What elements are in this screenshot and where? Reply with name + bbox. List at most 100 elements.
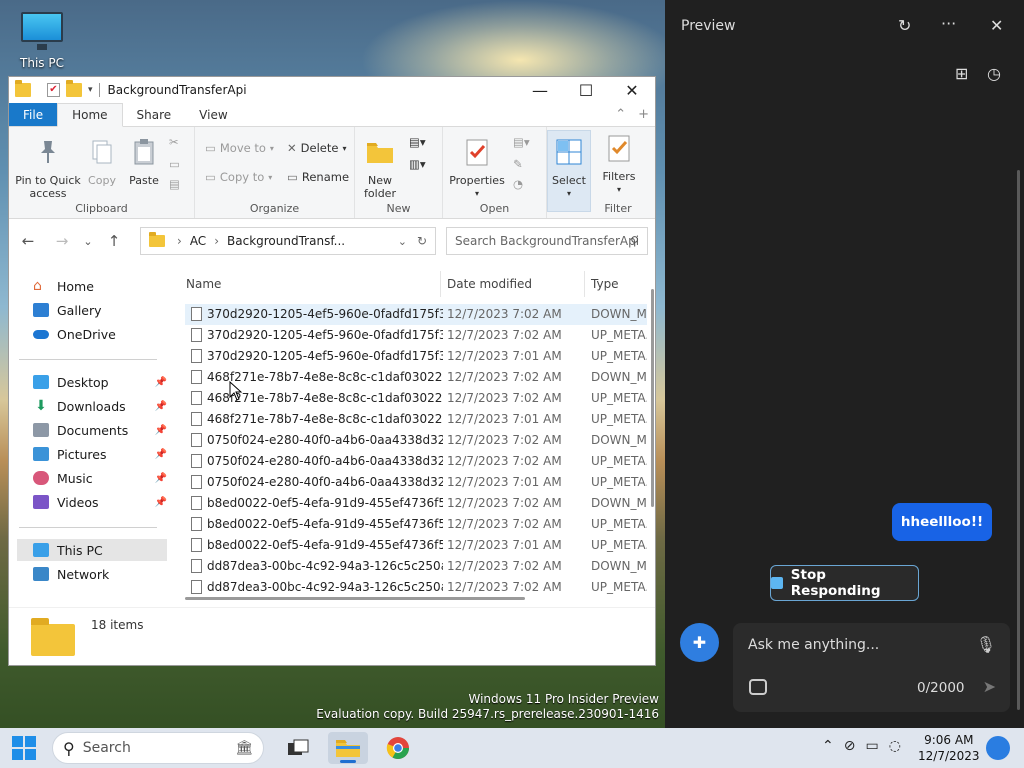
pin-icon[interactable]: 📌 xyxy=(155,449,167,460)
edit-icon[interactable]: ✎ xyxy=(513,157,523,171)
table-row[interactable]: b8ed0022-0ef5-4efa-91d9-455ef4736f54.u..… xyxy=(185,514,647,535)
table-row[interactable]: 370d2920-1205-4ef5-960e-0fadfd175f3d....… xyxy=(185,346,647,367)
chat-input[interactable]: Ask me anything... 🎙 0/2000 ➤ xyxy=(733,623,1010,712)
new-topic-button[interactable]: ✚ xyxy=(680,623,719,662)
history-icon[interactable]: ◔ xyxy=(513,177,523,191)
cut-icon[interactable]: ✂ xyxy=(169,135,179,149)
nav-item-gallery[interactable]: Gallery xyxy=(33,299,167,321)
nav-item-videos[interactable]: Videos 📌 xyxy=(33,491,167,513)
table-row[interactable]: 0750f024-e280-40f0-a4b6-0aa4338d3251....… xyxy=(185,430,647,451)
nav-item-desktop[interactable]: Desktop 📌 xyxy=(33,371,167,393)
paste-button[interactable]: Paste xyxy=(125,137,163,187)
pin-icon[interactable]: 📌 xyxy=(155,497,167,508)
breadcrumb-current[interactable]: BackgroundTransf... xyxy=(227,234,345,248)
tab-file[interactable]: File xyxy=(9,103,58,126)
breadcrumb-ac[interactable]: AC xyxy=(190,234,206,248)
tab-view[interactable]: View xyxy=(185,103,241,126)
table-row[interactable]: 0750f024-e280-40f0-a4b6-0aa4338d3251....… xyxy=(185,451,647,472)
help-icon[interactable]: + xyxy=(638,107,649,122)
pin-icon[interactable]: 📌 xyxy=(155,425,167,436)
maximize-button[interactable]: ☐ xyxy=(563,77,609,103)
copy-to-button[interactable]: ▭ Copy to ▾ xyxy=(205,170,272,184)
start-button[interactable] xyxy=(12,736,36,760)
chrome-taskbar-button[interactable] xyxy=(378,732,418,764)
screenshot-icon[interactable] xyxy=(749,679,767,695)
desktop-icon-this-pc[interactable]: This PC xyxy=(14,8,70,70)
up-button[interactable]: ↑ xyxy=(101,232,127,250)
horizontal-scrollbar[interactable] xyxy=(185,597,525,600)
stop-responding-button[interactable]: Stop Responding xyxy=(770,565,919,601)
send-icon[interactable]: ➤ xyxy=(983,677,996,696)
rename-button[interactable]: ▭ Rename xyxy=(287,170,349,184)
nav-item-pictures[interactable]: Pictures 📌 xyxy=(33,443,167,465)
copilot-tray-icon[interactable]: ⊘ xyxy=(844,738,856,754)
table-row[interactable]: dd87dea3-00bc-4c92-94a3-126c5c250a7b....… xyxy=(185,577,647,597)
column-divider[interactable] xyxy=(440,271,441,297)
table-row[interactable]: 468f271e-78b7-4e8e-8c8c-c1daf03022d3....… xyxy=(185,388,647,409)
forward-button[interactable]: → xyxy=(49,232,75,250)
more-options-icon[interactable]: ··· xyxy=(941,14,956,33)
task-view-button[interactable] xyxy=(278,732,318,764)
minimize-button[interactable]: — xyxy=(517,77,563,103)
network-icon[interactable]: ▭ xyxy=(865,738,878,754)
close-icon[interactable]: ✕ xyxy=(990,16,1003,35)
paste-shortcut-icon[interactable]: ▤ xyxy=(169,177,180,191)
column-header-name[interactable]: Name xyxy=(186,277,221,291)
close-button[interactable]: ✕ xyxy=(609,77,655,103)
table-row[interactable]: b8ed0022-0ef5-4efa-91d9-455ef4736f54.u..… xyxy=(185,535,647,556)
copy-button[interactable]: Copy xyxy=(85,137,119,187)
table-row[interactable]: 468f271e-78b7-4e8e-8c8c-c1daf03022d3....… xyxy=(185,409,647,430)
nav-item-onedrive[interactable]: OneDrive xyxy=(33,323,167,345)
search-input[interactable]: Search BackgroundTransferApi ⚲ xyxy=(446,227,648,255)
filters-button[interactable]: Filters ▾ xyxy=(599,133,639,196)
clock[interactable]: 9:06 AM 12/7/2023 xyxy=(918,732,980,764)
table-row[interactable]: b8ed0022-0ef5-4efa-91d9-455ef4736f54.3..… xyxy=(185,493,647,514)
properties-quick-icon[interactable]: ✔ xyxy=(47,83,60,97)
column-divider[interactable] xyxy=(584,271,585,297)
easy-access-icon[interactable]: ▥▾ xyxy=(409,157,426,171)
file-explorer-taskbar-button[interactable] xyxy=(328,732,368,764)
microphone-icon[interactable]: 🎙 xyxy=(976,635,996,654)
show-hidden-icons-icon[interactable]: ⌃ xyxy=(822,738,834,754)
history-icon[interactable]: ◷ xyxy=(987,64,1001,83)
column-header-date[interactable]: Date modified xyxy=(447,277,532,291)
refresh-icon[interactable]: ↻ xyxy=(417,234,427,248)
nav-item-home[interactable]: ⌂ Home xyxy=(33,275,167,297)
tab-home[interactable]: Home xyxy=(57,103,123,127)
properties-button[interactable]: Properties ▾ xyxy=(447,137,507,200)
new-item-icon[interactable]: ▤▾ xyxy=(409,135,426,149)
vertical-scrollbar[interactable] xyxy=(651,289,654,507)
table-row[interactable]: 468f271e-78b7-4e8e-8c8c-c1daf03022d3....… xyxy=(185,367,647,388)
pin-quick-access-button[interactable]: Pin to Quick access xyxy=(15,137,81,200)
refresh-icon[interactable]: ↻ xyxy=(898,16,911,35)
panel-scrollbar[interactable] xyxy=(1017,170,1020,710)
collapse-ribbon-icon[interactable]: ⌃ xyxy=(615,107,626,122)
open-icon[interactable]: ▤▾ xyxy=(513,135,530,149)
nav-item-this-pc[interactable]: This PC xyxy=(17,539,167,561)
new-folder-quick-icon[interactable] xyxy=(66,80,82,97)
pin-icon[interactable]: 📌 xyxy=(155,401,167,412)
column-header-type[interactable]: Type xyxy=(591,277,619,291)
back-button[interactable]: ← xyxy=(15,232,41,250)
move-to-button[interactable]: ▭ Move to ▾ xyxy=(205,141,274,155)
nav-item-documents[interactable]: Documents 📌 xyxy=(33,419,167,441)
nav-item-network[interactable]: Network xyxy=(33,563,167,585)
tab-share[interactable]: Share xyxy=(123,103,186,126)
address-path[interactable]: › AC › BackgroundTransf... ⌄ ↻ xyxy=(140,227,436,255)
copy-path-icon[interactable]: ▭ xyxy=(169,157,180,171)
delete-button[interactable]: ✕ Delete ▾ xyxy=(287,141,346,155)
taskbar-search[interactable]: ⚲ Search 🏛 xyxy=(52,732,264,764)
recent-locations-button[interactable]: ⌄ xyxy=(75,235,101,248)
customize-quick-access-icon[interactable]: ▾ xyxy=(88,85,93,95)
new-folder-button[interactable]: New folder xyxy=(363,137,397,200)
volume-muted-icon[interactable]: ◌ xyxy=(889,738,901,754)
nav-item-downloads[interactable]: ⬇ Downloads 📌 xyxy=(33,395,167,417)
table-row[interactable]: 370d2920-1205-4ef5-960e-0fadfd175f3d.f..… xyxy=(185,304,647,325)
pin-icon[interactable]: 📌 xyxy=(155,473,167,484)
table-row[interactable]: dd87dea3-00bc-4c92-94a3-126c5c250a7b....… xyxy=(185,556,647,577)
table-row[interactable]: 0750f024-e280-40f0-a4b6-0aa4338d3251....… xyxy=(185,472,647,493)
nav-item-music[interactable]: Music 📌 xyxy=(33,467,167,489)
table-row[interactable]: 370d2920-1205-4ef5-960e-0fadfd175f3d....… xyxy=(185,325,647,346)
select-button[interactable]: Select ▾ xyxy=(547,130,591,212)
preview-badge-icon[interactable] xyxy=(986,736,1010,760)
